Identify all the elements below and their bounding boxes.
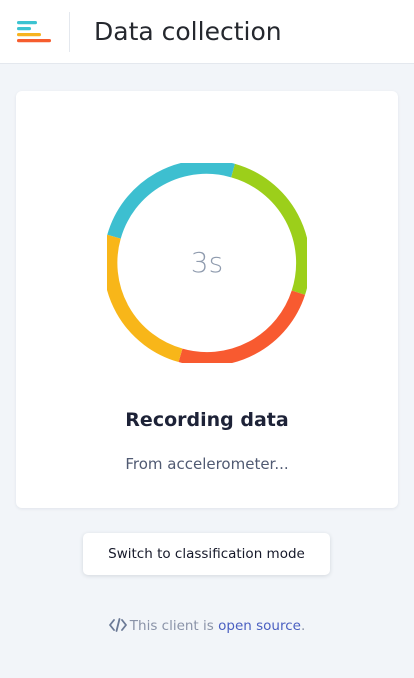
recording-status-subtitle: From accelerometer...	[125, 455, 289, 473]
countdown-timer: 3s	[190, 246, 224, 279]
top-bar: Data collection	[0, 0, 414, 64]
code-icon	[108, 618, 127, 632]
footer-suffix: .	[300, 618, 306, 634]
open-source-link[interactable]: open source	[218, 618, 301, 634]
ring-segment-teal	[107, 163, 236, 239]
header-divider	[69, 12, 70, 52]
switch-to-classification-button[interactable]: Switch to classification mode	[83, 533, 330, 575]
ring-segment-red	[178, 290, 306, 363]
footer-prefix: This client is	[129, 618, 214, 634]
logo-icon[interactable]	[17, 20, 53, 44]
footer-note: This client is open source.	[0, 616, 414, 636]
recording-card: 3s Recording data From accelerometer...	[16, 91, 398, 508]
recording-status-title: Recording data	[125, 409, 289, 431]
page-title: Data collection	[94, 17, 282, 46]
